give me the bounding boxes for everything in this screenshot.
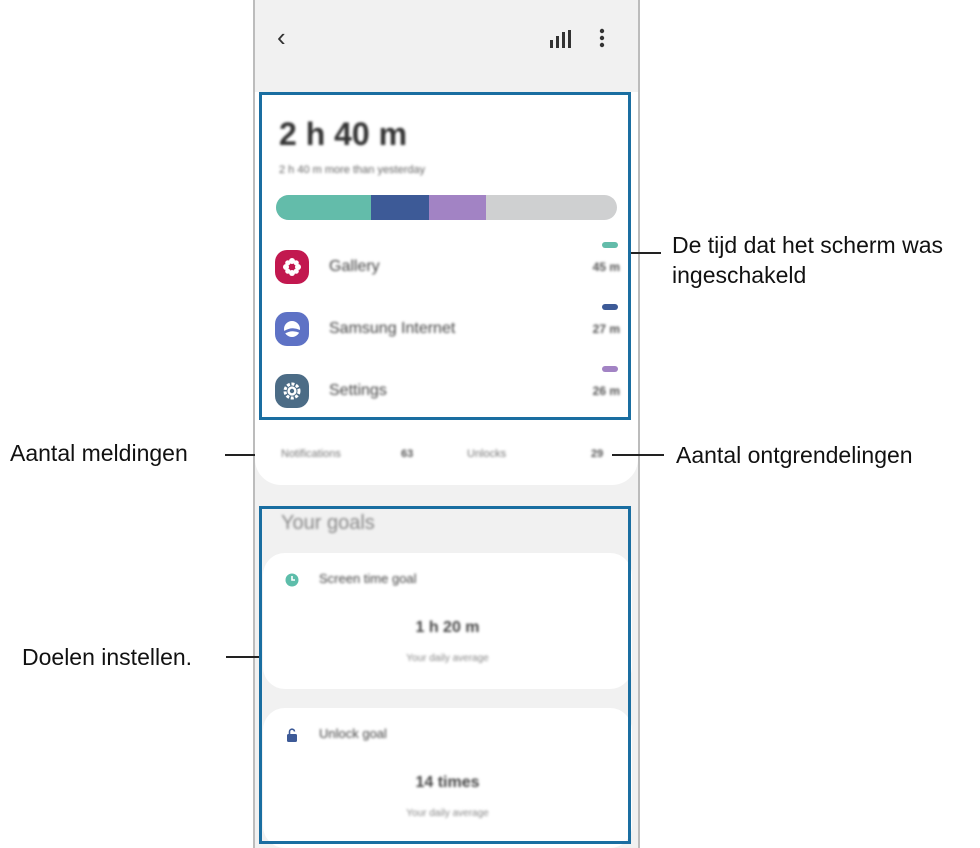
unlocks-count: 29 [591,448,604,460]
callout-line-goals [226,656,259,658]
callout-unlocks: Aantal ontgrendelingen [676,442,913,468]
notifications-label: Notifications [281,448,341,460]
callout-screen-time-line1: De tijd dat het scherm was [672,232,944,258]
callout-line-notifications [225,454,255,456]
callout-goals: Doelen instellen. [22,644,193,670]
stats-row: Notifications 63 Unlocks 29 [255,444,638,474]
back-icon[interactable]: ‹ [277,22,286,53]
screen-time-highlight [259,92,631,420]
callout-notifications: Aantal meldingen [10,440,188,466]
callout-screen-time-line2: ingeschakeld [672,262,807,288]
goals-highlight [259,506,631,844]
callout-line-unlocks [612,454,664,456]
notifications-count: 63 [401,448,414,460]
top-app-bar: ‹ [255,0,638,78]
more-vertical-icon[interactable] [599,28,605,48]
bar-chart-icon[interactable] [549,30,571,48]
callout-screen-time: De tijd dat het scherm was ingeschakeld [672,230,943,290]
unlocks-label: Unlocks [467,448,507,460]
callout-line-screen-time [631,252,661,254]
